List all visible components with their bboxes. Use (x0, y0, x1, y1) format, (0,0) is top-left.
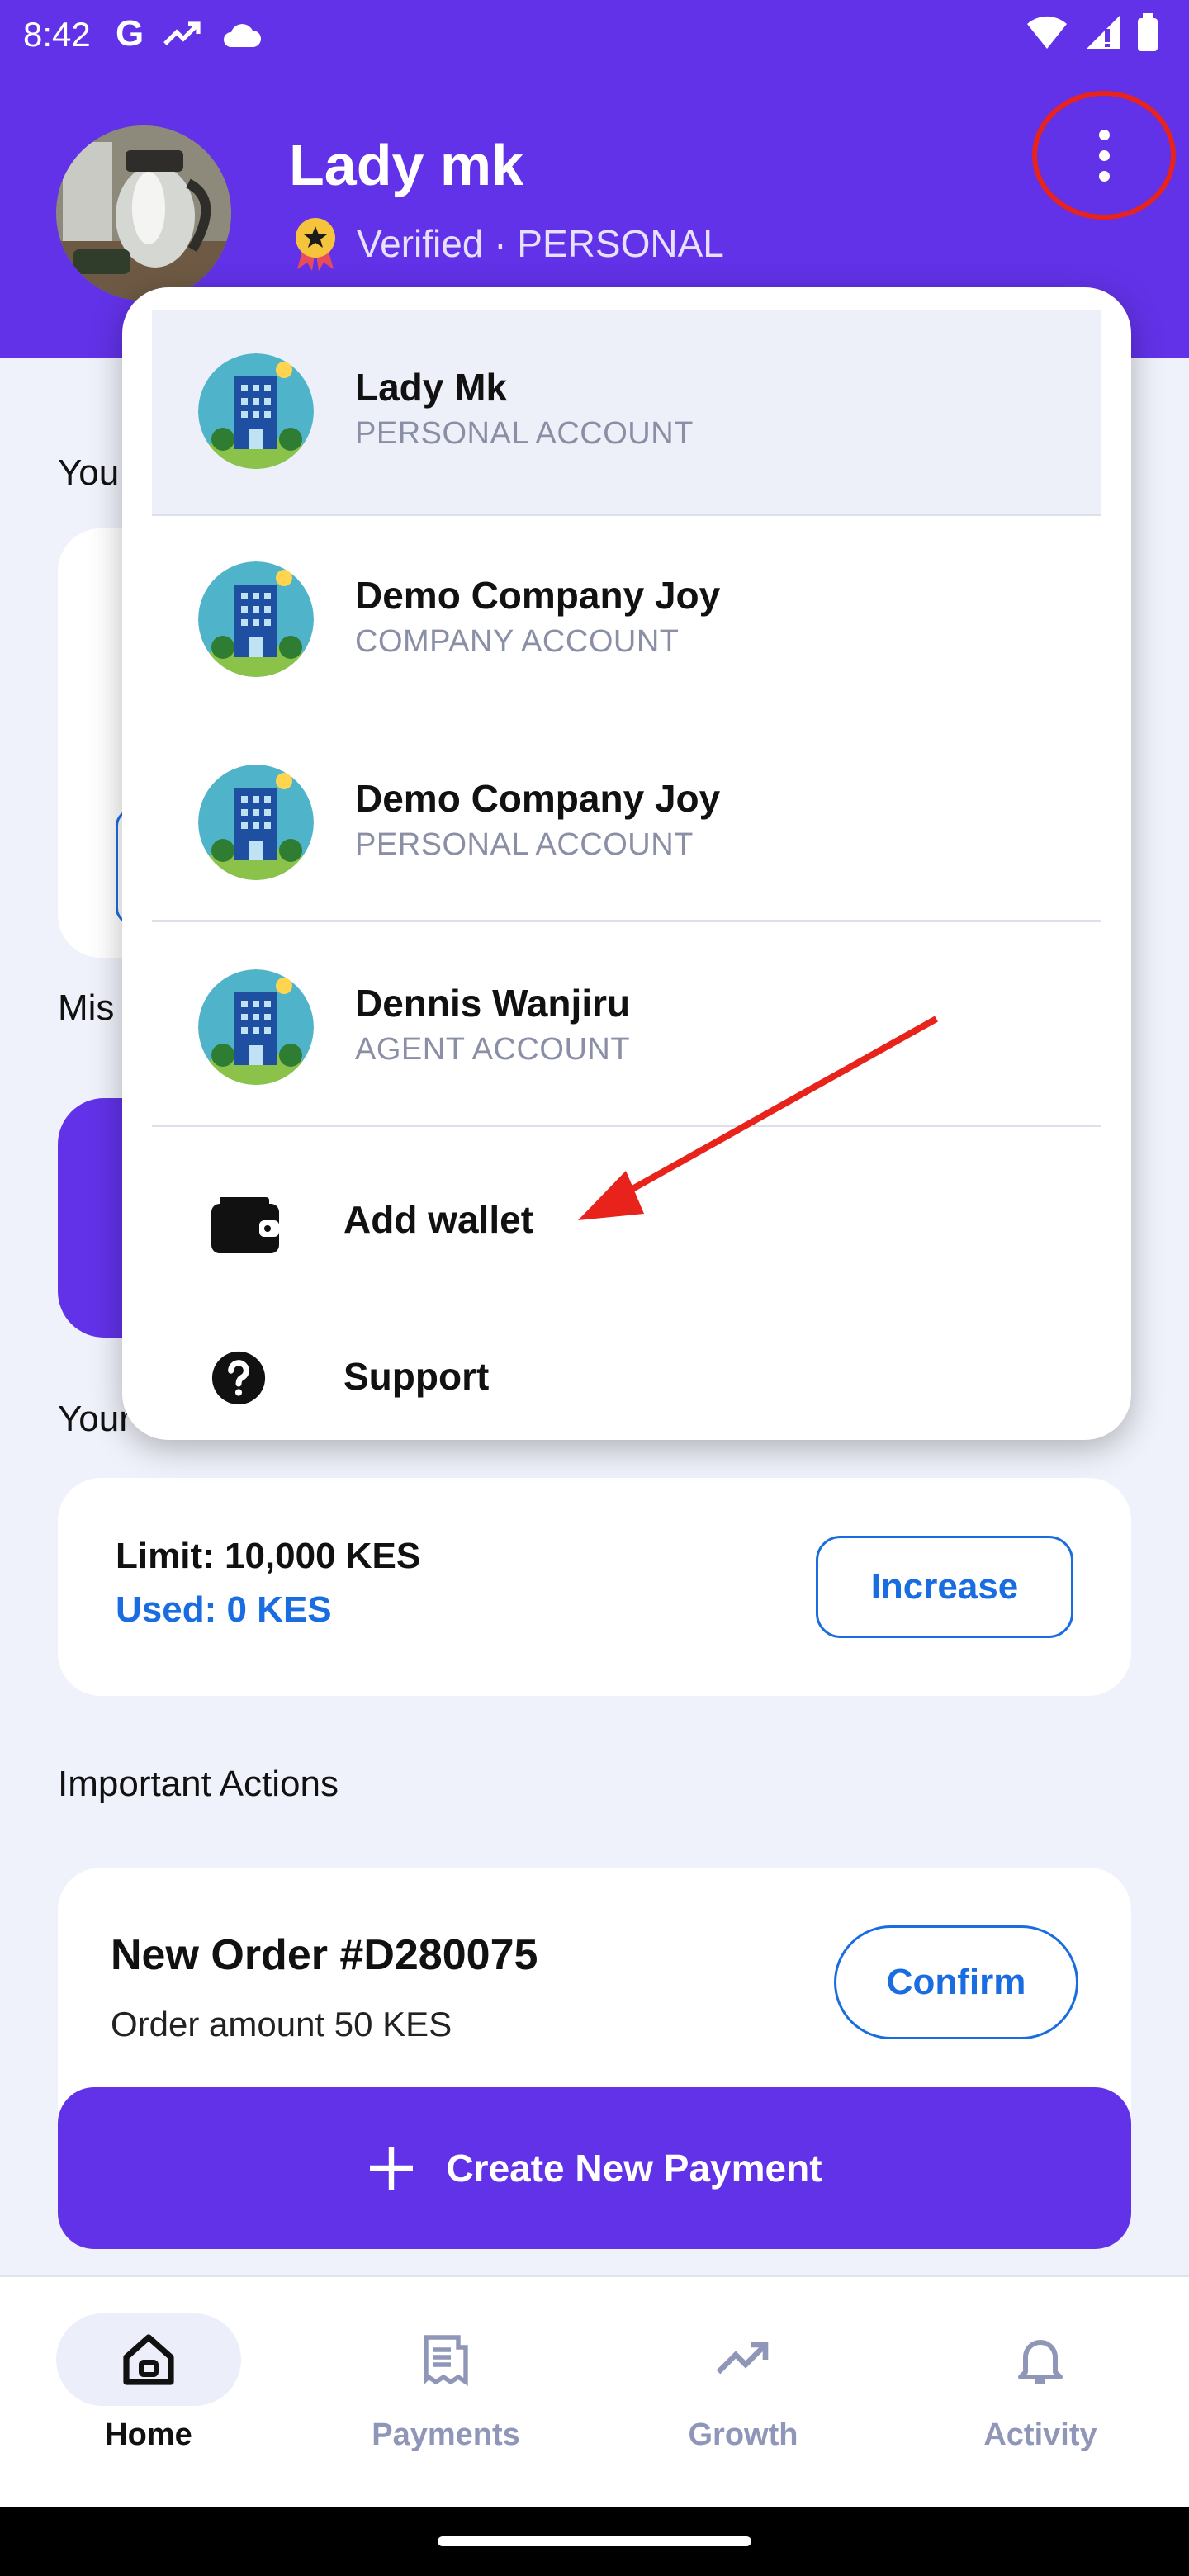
section-label-missions: Mis (58, 987, 115, 1028)
create-new-payment-button[interactable]: Create New Payment (58, 2087, 1131, 2249)
create-payment-label: Create New Payment (446, 2147, 822, 2190)
account-name: Demo Company Joy (355, 777, 721, 820)
building-icon (198, 969, 314, 1085)
section-label-balance: You (58, 452, 120, 493)
receipt-icon (424, 2335, 468, 2387)
status-bar: 8:42 G (0, 0, 1189, 74)
menu-divider (152, 514, 1101, 516)
plus-icon (370, 2147, 414, 2190)
account-type: COMPANY ACCOUNT (355, 624, 680, 659)
important-actions-heading: Important Actions (58, 1764, 339, 1804)
account-type: PERSONAL ACCOUNT (355, 827, 694, 862)
building-icon (198, 561, 314, 677)
more-vert-icon (1098, 129, 1110, 182)
wallet-icon (211, 1197, 279, 1253)
add-wallet-label: Add wallet (343, 1198, 534, 1241)
nav-home[interactable]: Home (0, 2277, 297, 2508)
used-value: Used: 0 KES (116, 1589, 332, 1630)
google-icon: G (116, 13, 144, 54)
nav-payments-label: Payments (372, 2417, 520, 2452)
support-label: Support (343, 1355, 490, 1398)
more-options-button[interactable] (1032, 91, 1176, 220)
verification-status: Verified · PERSONAL (291, 216, 724, 271)
account-item-lady-mk[interactable]: Lady Mk PERSONAL ACCOUNT (152, 310, 1101, 514)
menu-divider (152, 1125, 1101, 1127)
verified-label: Verified · PERSONAL (357, 222, 724, 265)
account-name: Lady Mk (355, 366, 508, 409)
wifi-icon (1027, 16, 1067, 49)
trending-up-icon (716, 2342, 769, 2375)
account-type: AGENT ACCOUNT (355, 1032, 631, 1067)
avatar-photo (56, 125, 231, 301)
menu-divider (152, 920, 1101, 922)
account-name: Demo Company Joy (355, 574, 721, 617)
nav-growth[interactable]: Growth (594, 2277, 892, 2508)
account-name: Dennis Wanjiru (355, 982, 631, 1025)
cloud-icon (224, 24, 262, 47)
profile-name: Lady mk (289, 133, 523, 197)
nav-home-label: Home (105, 2417, 192, 2452)
status-time: 8:42 (23, 15, 91, 54)
account-type: PERSONAL ACCOUNT (355, 416, 694, 451)
home-icon (123, 2334, 174, 2385)
limit-value: Limit: 10,000 KES (116, 1536, 421, 1576)
help-icon (211, 1351, 266, 1405)
order-title: New Order #D280075 (111, 1931, 538, 1979)
account-item-demo-company-joy-personal[interactable]: Demo Company Joy PERSONAL ACCOUNT (152, 722, 1101, 925)
nav-activity-label: Activity (983, 2417, 1097, 2452)
bottom-navigation: Home Payments Growth Activity (0, 2275, 1189, 2507)
signal-icon (1087, 16, 1120, 49)
verified-badge-icon (296, 218, 335, 271)
support-menu-item[interactable]: Support (152, 1328, 1101, 1440)
add-wallet-menu-item[interactable]: Add wallet (152, 1139, 1101, 1305)
confirm-order-button[interactable]: Confirm (834, 1925, 1078, 2039)
account-switcher-menu: Lady Mk PERSONAL ACCOUNT Demo Company Jo… (122, 287, 1131, 1440)
account-item-dennis-wanjiru[interactable]: Dennis Wanjiru AGENT ACCOUNT (152, 926, 1101, 1129)
trending-icon (163, 21, 201, 45)
section-label-limit: Your (58, 1399, 131, 1439)
battery-icon (1138, 13, 1158, 51)
building-icon (198, 765, 314, 880)
nav-growth-label: Growth (688, 2417, 798, 2452)
account-item-demo-company-joy-company[interactable]: Demo Company Joy COMPANY ACCOUNT (152, 519, 1101, 722)
profile-avatar[interactable] (56, 125, 231, 301)
increase-button[interactable]: Increase (816, 1536, 1073, 1638)
home-gesture-bar[interactable] (438, 2536, 751, 2546)
nav-payments[interactable]: Payments (297, 2277, 594, 2508)
nav-activity[interactable]: Activity (892, 2277, 1189, 2508)
order-amount: Order amount 50 KES (111, 2005, 452, 2043)
bell-icon (1018, 2340, 1063, 2384)
building-icon (198, 353, 314, 469)
